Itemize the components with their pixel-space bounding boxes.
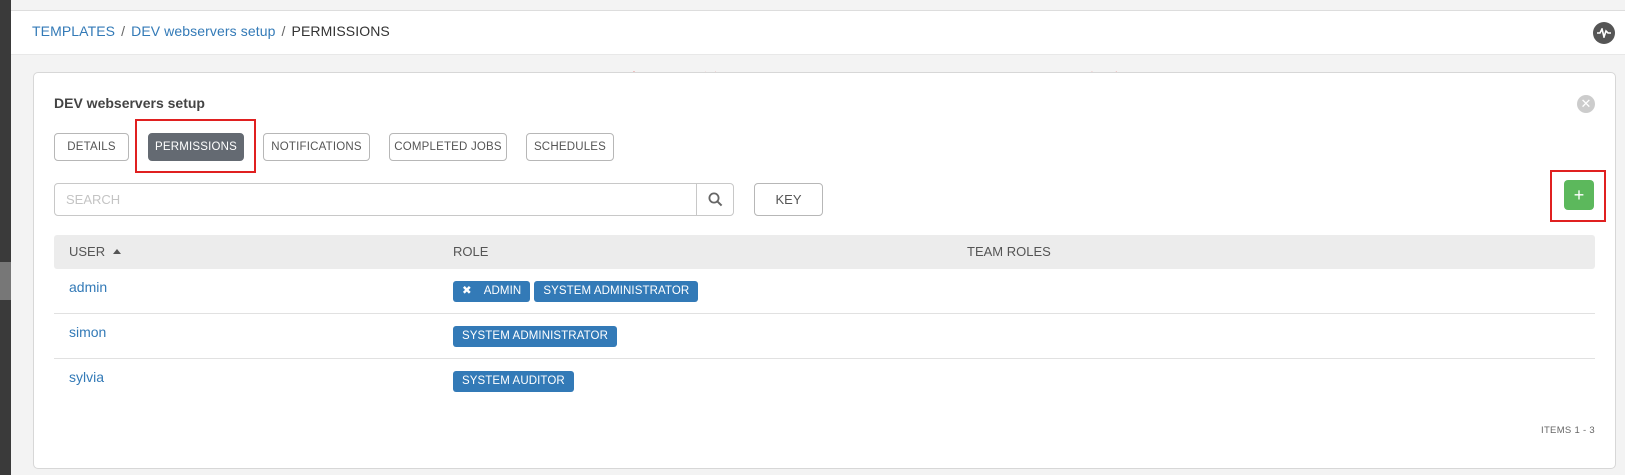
table-row: admin ✖ ADMIN SYSTEM ADMINISTRATOR — [54, 269, 1595, 314]
tab-completed-jobs[interactable]: COMPLETED JOBS — [389, 133, 507, 161]
table-header: USER ROLE TEAM ROLES — [54, 235, 1595, 269]
user-link[interactable]: simon — [69, 324, 106, 340]
search-icon — [708, 192, 722, 207]
breadcrumb-current: PERMISSIONS — [291, 23, 390, 39]
role-list: SYSTEM AUDITOR — [453, 371, 574, 392]
search-button[interactable] — [696, 184, 733, 215]
column-user-label: USER — [69, 244, 106, 259]
table-row: sylvia SYSTEM AUDITOR — [54, 359, 1595, 403]
column-role: ROLE — [453, 244, 489, 259]
tab-schedules[interactable]: SCHEDULES — [526, 133, 614, 161]
user-link[interactable]: sylvia — [69, 369, 104, 385]
table-row: simon SYSTEM ADMINISTRATOR — [54, 314, 1595, 359]
breadcrumb-template-name[interactable]: DEV webservers setup — [131, 23, 275, 39]
remove-role-icon[interactable]: ✖ — [462, 285, 472, 297]
role-badge: SYSTEM AUDITOR — [453, 371, 574, 392]
role-badge-label: ADMIN — [483, 285, 522, 297]
breadcrumb-separator: / — [121, 23, 126, 39]
tab-notifications[interactable]: NOTIFICATIONS — [263, 133, 370, 161]
tab-permissions[interactable]: PERMISSIONS — [148, 133, 244, 161]
tab-details[interactable]: DETAILS — [54, 133, 129, 161]
search-input[interactable] — [55, 184, 695, 215]
search-box — [54, 183, 734, 216]
panel-title: DEV webservers setup — [54, 95, 205, 111]
column-user[interactable]: USER — [69, 235, 122, 269]
permissions-table: USER ROLE TEAM ROLES admin ✖ ADMIN SYSTEM… — [54, 235, 1595, 403]
role-badge: ✖ ADMIN — [453, 281, 531, 302]
role-badge: SYSTEM ADMINISTRATOR — [534, 281, 699, 302]
items-count: ITEMS 1 - 3 — [1541, 425, 1595, 436]
column-team-roles: TEAM ROLES — [967, 244, 1051, 259]
user-link[interactable]: admin — [69, 279, 107, 295]
left-rail — [0, 0, 11, 475]
breadcrumb-separator: / — [281, 23, 286, 39]
activity-stream-icon[interactable] — [1593, 22, 1615, 44]
rail-scroll-marker[interactable] — [0, 262, 11, 300]
role-list: SYSTEM ADMINISTRATOR — [453, 326, 617, 347]
breadcrumb-templates[interactable]: TEMPLATES — [32, 23, 115, 39]
role-badge: SYSTEM ADMINISTRATOR — [453, 326, 617, 347]
breadcrumb: TEMPLATES / DEV webservers setup / PERMISSIO… — [32, 23, 390, 39]
role-list: ✖ ADMIN SYSTEM ADMINISTRATOR — [453, 281, 699, 302]
sort-ascending-icon — [113, 249, 122, 254]
template-panel: DEV webservers setup ✕ DETAILS PERMISSIO… — [33, 72, 1616, 469]
top-bar: TEMPLATES / DEV webservers setup / PERMISSIO… — [11, 10, 1625, 55]
key-button[interactable]: KEY — [754, 183, 823, 216]
add-permission-button[interactable]: + — [1564, 180, 1594, 210]
close-icon[interactable]: ✕ — [1577, 95, 1595, 113]
